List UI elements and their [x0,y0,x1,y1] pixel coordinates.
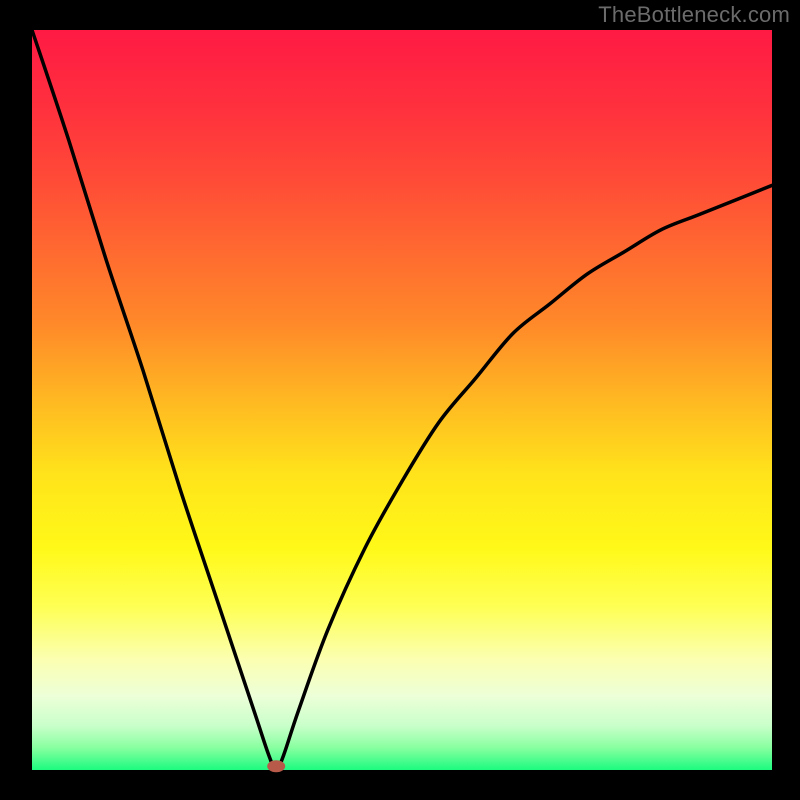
chart-gradient-background [32,30,772,770]
bottleneck-chart [0,0,800,800]
watermark-text: TheBottleneck.com [598,2,790,28]
chart-frame: TheBottleneck.com [0,0,800,800]
optimal-point-marker [267,760,285,772]
